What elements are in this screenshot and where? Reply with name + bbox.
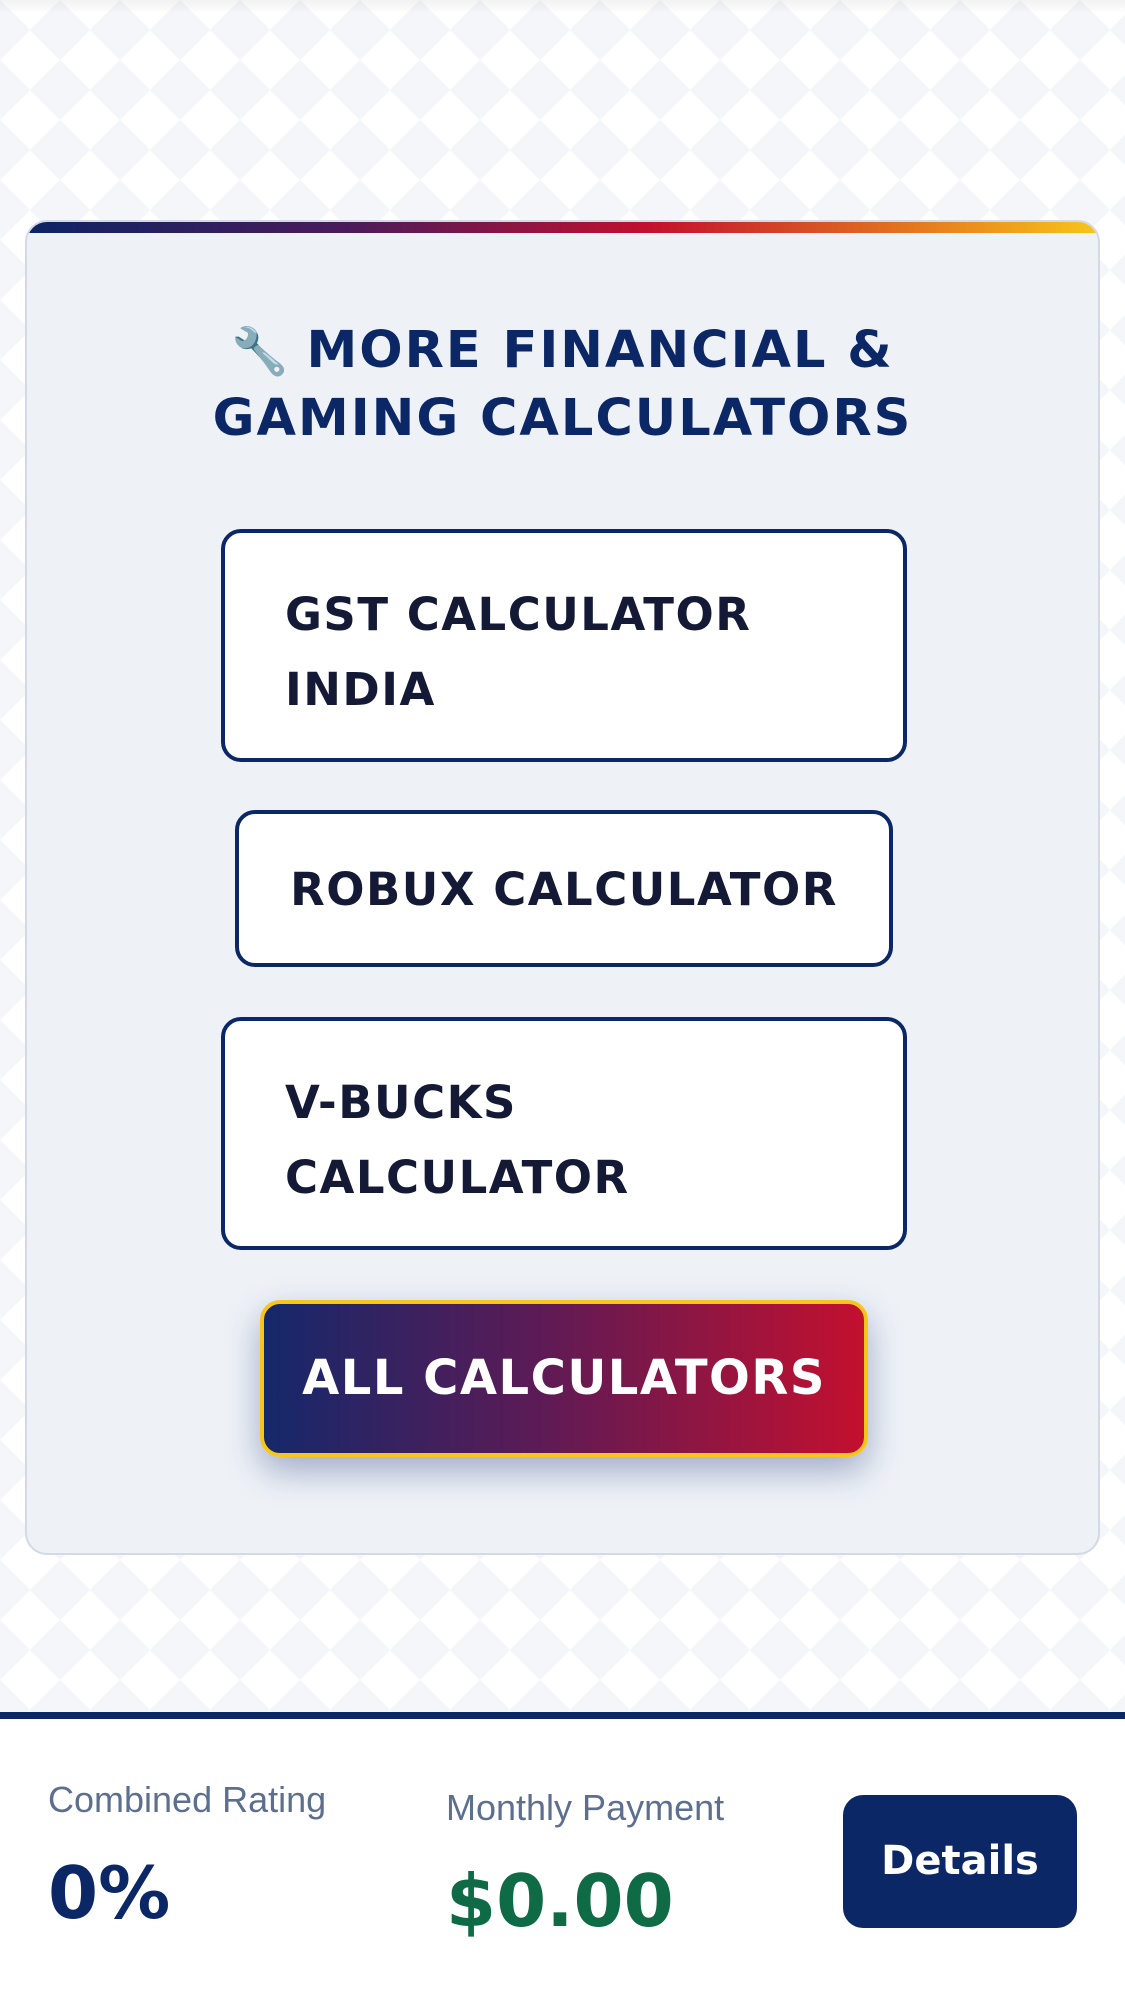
gst-button-label-line1: GST CALCULATOR [285,588,752,641]
card-accent-bar [27,222,1098,233]
card-title-line1: MORE FINANCIAL & [306,321,894,380]
monthly-payment-label: Monthly Payment [446,1787,725,1828]
robux-button-label: ROBUX CALCULATOR [290,863,838,916]
combined-rating-label: Combined Rating [48,1779,327,1820]
gst-calculator-india-button[interactable]: GST CALCULATOR INDIA [221,529,907,762]
robux-calculator-button[interactable]: ROBUX CALCULATOR [235,810,893,967]
card-title-line2: GAMING CALCULATORS [212,389,913,448]
gst-button-label-line2: INDIA [285,663,436,716]
vbucks-button-label-line1: V-BUCKS [285,1076,517,1129]
all-calculators-button[interactable]: ALL CALCULATORS [260,1300,868,1457]
combined-rating-value: 0% [48,1851,171,1935]
monthly-payment-value: $0.00 [446,1859,674,1943]
sticky-results-bar: Combined Rating 0% Monthly Payment $0.00… [0,1712,1125,2001]
details-button[interactable]: Details [843,1795,1077,1928]
card-title: 🔧 MORE FINANCIAL & GAMING CALCULATORS [27,317,1098,453]
calculators-card: 🔧 MORE FINANCIAL & GAMING CALCULATORS GST… [25,220,1100,1555]
vbucks-button-label-line2: CALCULATOR [285,1151,630,1204]
top-shadow [0,0,1125,14]
wrench-icon: 🔧 [231,324,291,378]
v-bucks-calculator-button[interactable]: V-BUCKS CALCULATOR [221,1017,907,1250]
page: 🔧 MORE FINANCIAL & GAMING CALCULATORS GST… [0,0,1125,2001]
